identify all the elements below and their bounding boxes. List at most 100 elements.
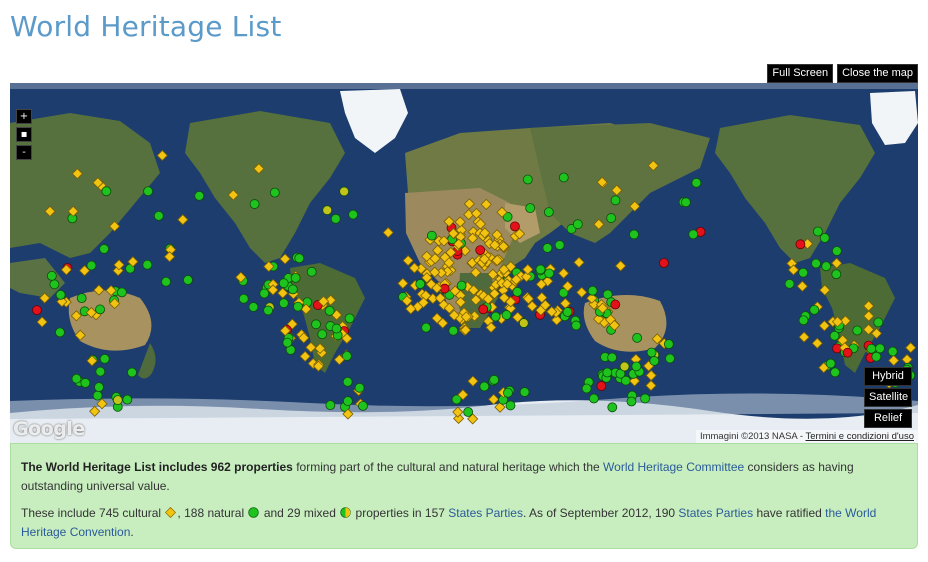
natural-site-marker[interactable] [143, 186, 153, 197]
natural-site-marker[interactable] [80, 378, 91, 388]
natural-site-marker[interactable] [238, 293, 249, 304]
natural-site-marker[interactable] [278, 278, 289, 289]
natural-site-marker[interactable] [821, 261, 832, 272]
natural-site-marker[interactable] [99, 353, 110, 364]
natural-site-marker[interactable] [873, 317, 884, 328]
natural-site-marker[interactable] [55, 289, 66, 300]
zoom-in-button[interactable]: + [16, 109, 32, 124]
states-parties-link-2[interactable]: States Parties [678, 506, 753, 520]
natural-site-marker[interactable] [330, 213, 341, 224]
states-parties-link[interactable]: States Parties [448, 506, 523, 520]
endangered-site-marker[interactable] [795, 239, 806, 250]
natural-site-marker[interactable] [95, 304, 105, 315]
natural-site-marker[interactable] [55, 327, 65, 338]
natural-site-marker[interactable] [344, 313, 355, 324]
natural-site-marker[interactable] [183, 275, 193, 285]
endangered-site-marker[interactable] [658, 258, 669, 268]
natural-site-marker[interactable] [691, 177, 702, 188]
natural-site-marker[interactable] [812, 226, 823, 237]
natural-site-marker[interactable] [249, 199, 260, 209]
natural-site-marker[interactable] [501, 310, 512, 320]
natural-site-marker[interactable] [610, 195, 621, 206]
natural-site-marker[interactable] [558, 172, 569, 183]
mixed-site-marker[interactable] [322, 205, 333, 216]
natural-site-marker[interactable] [887, 346, 898, 357]
natural-site-marker[interactable] [342, 396, 353, 407]
world-heritage-committee-link[interactable]: World Heritage Committee [603, 460, 744, 474]
natural-site-marker[interactable] [572, 219, 583, 230]
natural-site-marker[interactable] [535, 264, 546, 275]
natural-site-marker[interactable] [306, 266, 317, 277]
natural-site-marker[interactable] [311, 319, 321, 330]
map-type-satellite-button[interactable]: Satellite [864, 388, 912, 407]
world-map[interactable]: + ▪ - Hybrid Satellite Relief Google Imm… [10, 83, 918, 443]
natural-site-marker[interactable] [415, 279, 426, 289]
natural-site-marker[interactable] [875, 343, 885, 354]
natural-site-marker[interactable] [819, 233, 830, 243]
natural-site-marker[interactable] [293, 301, 303, 312]
natural-site-marker[interactable] [71, 373, 82, 384]
natural-site-marker[interactable] [248, 302, 259, 312]
natural-site-marker[interactable] [325, 400, 336, 411]
natural-site-marker[interactable] [76, 293, 87, 304]
natural-site-marker[interactable] [809, 304, 820, 315]
natural-site-marker[interactable] [525, 203, 536, 214]
map-type-relief-button[interactable]: Relief [864, 409, 912, 428]
full-screen-button[interactable]: Full Screen [767, 64, 834, 83]
natural-site-marker[interactable] [194, 190, 205, 201]
natural-site-marker[interactable] [101, 186, 112, 197]
natural-site-marker[interactable] [49, 279, 60, 290]
natural-site-marker[interactable] [490, 311, 501, 322]
natural-site-marker[interactable] [317, 329, 328, 340]
natural-site-marker[interactable] [95, 366, 106, 377]
natural-site-marker[interactable] [587, 285, 598, 296]
natural-site-marker[interactable] [784, 278, 795, 289]
zoom-out-button[interactable]: - [16, 145, 32, 160]
natural-site-marker[interactable] [830, 367, 840, 378]
natural-site-marker[interactable] [354, 382, 365, 393]
natural-site-marker[interactable] [122, 394, 133, 405]
natural-site-marker[interactable] [632, 332, 643, 343]
natural-site-marker[interactable] [46, 271, 57, 281]
natural-site-marker[interactable] [681, 197, 691, 208]
natural-site-marker[interactable] [866, 343, 877, 354]
terms-link[interactable]: Termini e condizioni d'uso [806, 431, 914, 442]
natural-site-marker[interactable] [543, 207, 554, 218]
natural-site-marker[interactable] [426, 230, 437, 241]
natural-site-marker[interactable] [688, 229, 699, 240]
natural-site-marker[interactable] [259, 288, 270, 299]
natural-site-marker[interactable] [512, 286, 523, 297]
natural-site-marker[interactable] [646, 347, 657, 358]
natural-site-marker[interactable] [871, 351, 882, 362]
map-canvas[interactable] [10, 83, 918, 443]
natural-site-marker[interactable] [571, 320, 582, 331]
natural-site-marker[interactable] [127, 367, 137, 378]
natural-site-marker[interactable] [519, 387, 530, 397]
natural-site-marker[interactable] [663, 339, 674, 350]
natural-site-marker[interactable] [278, 298, 289, 309]
natural-site-marker[interactable] [581, 383, 592, 394]
natural-site-marker[interactable] [626, 396, 637, 407]
natural-site-marker[interactable] [607, 402, 618, 413]
natural-site-marker[interactable] [294, 253, 305, 264]
natural-site-marker[interactable] [825, 358, 836, 369]
natural-site-marker[interactable] [342, 376, 353, 387]
natural-site-marker[interactable] [522, 174, 533, 185]
natural-site-marker[interactable] [358, 400, 368, 411]
mixed-site-marker[interactable] [112, 395, 123, 406]
zoom-reset-button[interactable]: ▪ [16, 127, 32, 142]
natural-site-marker[interactable] [269, 187, 280, 198]
mixed-site-marker[interactable] [518, 318, 529, 328]
natural-site-marker[interactable] [99, 244, 109, 254]
natural-site-marker[interactable] [290, 272, 301, 283]
natural-site-marker[interactable] [456, 280, 467, 291]
natural-site-marker[interactable] [287, 284, 298, 295]
natural-site-marker[interactable] [479, 381, 490, 392]
close-map-button[interactable]: Close the map [837, 64, 918, 83]
natural-site-marker[interactable] [649, 356, 660, 366]
natural-site-marker[interactable] [448, 325, 459, 336]
natural-site-marker[interactable] [831, 246, 842, 256]
endangered-site-marker[interactable] [510, 221, 520, 232]
natural-site-marker[interactable] [542, 243, 553, 253]
endangered-site-marker[interactable] [596, 381, 607, 391]
